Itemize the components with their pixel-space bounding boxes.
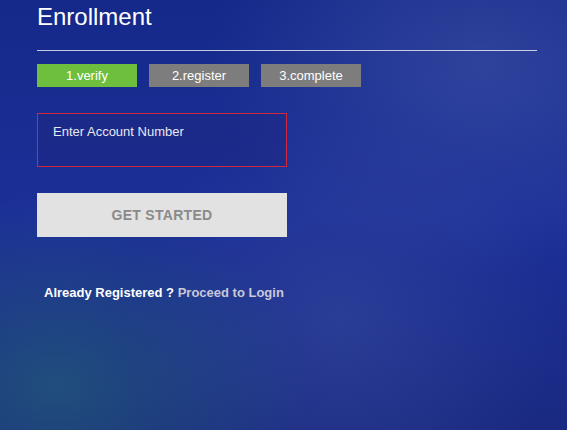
login-question: Already Registered ? (44, 285, 174, 300)
step-tab: 1.verify (37, 64, 137, 87)
page-title: Enrollment (37, 2, 537, 51)
step-tab: 3.complete (261, 64, 361, 87)
step-tab: 2.register (149, 64, 249, 87)
get-started-button[interactable]: GET STARTED (37, 193, 287, 237)
account-number-input[interactable] (37, 113, 287, 167)
login-link[interactable]: Proceed to Login (178, 285, 284, 300)
login-prompt: Already Registered ? Proceed to Login (44, 285, 537, 300)
enrollment-panel: Enrollment 1.verify 2.register 3.complete GE… (0, 0, 567, 300)
step-list: 1.verify 2.register 3.complete (37, 64, 537, 87)
